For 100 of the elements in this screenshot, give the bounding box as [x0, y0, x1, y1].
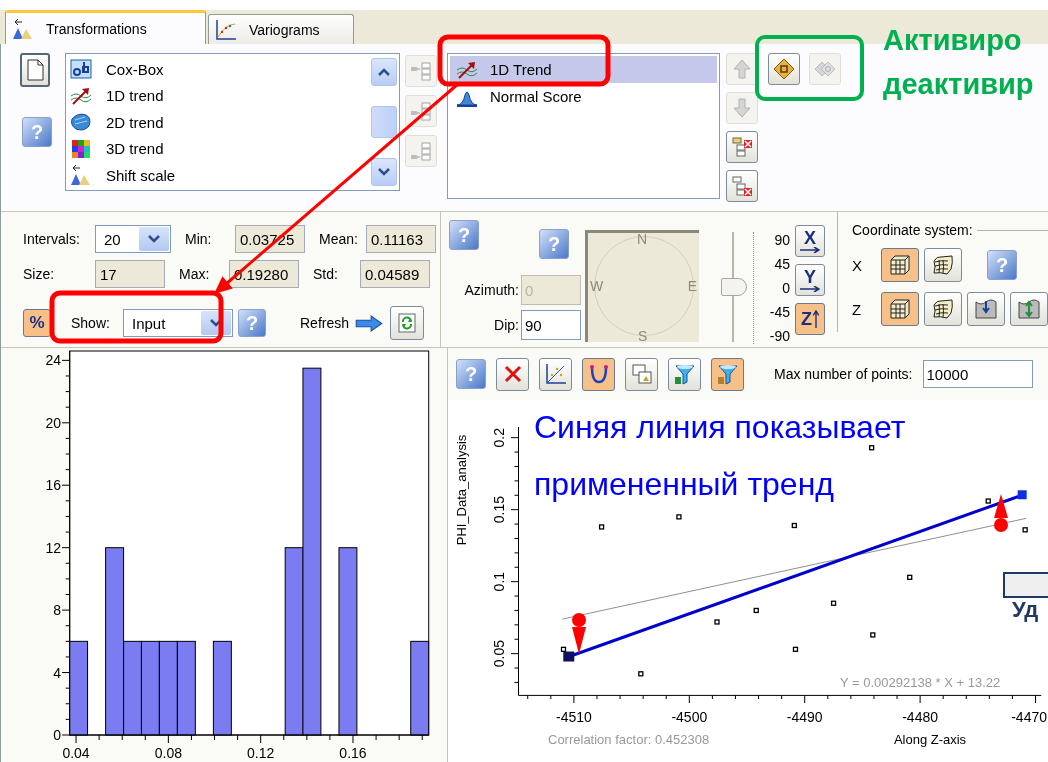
- scroll-up-button[interactable]: [371, 58, 397, 86]
- intervals-dropdown[interactable]: 20: [95, 225, 171, 253]
- axis-tick-label: 0.15: [491, 496, 507, 524]
- callout-box: [1003, 572, 1048, 598]
- max-points-field[interactable]: 10000: [922, 360, 1033, 388]
- insert-node-icon: [410, 140, 432, 162]
- tab[interactable]: Variograms: [208, 14, 354, 44]
- chart-axes-icon: [215, 18, 237, 41]
- field-label: Azimuth:: [464, 282, 519, 298]
- coordinate-button[interactable]: [924, 292, 962, 326]
- warped-cube-icon: [931, 253, 955, 277]
- field-label: Mean:: [319, 231, 359, 247]
- axis-tick-label: 24: [45, 352, 61, 369]
- grid-cube-icon: [888, 297, 912, 321]
- data-point: [830, 600, 837, 606]
- axis-tick-label: 0: [53, 727, 61, 743]
- arrow-right-icon: [800, 247, 820, 253]
- compass-letter: W: [590, 278, 604, 294]
- diamond-icon: [773, 58, 795, 80]
- axis-button[interactable]: Z: [795, 303, 825, 335]
- tree-delete-icon: [731, 136, 753, 158]
- axis-tick-label: 0.1: [491, 571, 507, 592]
- coordinate-button[interactable]: [881, 248, 919, 282]
- field-label: Max:: [179, 266, 211, 282]
- coordinate-button[interactable]: [924, 248, 962, 282]
- toolbar-button[interactable]: [582, 357, 615, 391]
- scale-label: -90: [769, 328, 790, 344]
- format-icon: [70, 58, 92, 81]
- axis-tick-label: 0.04: [62, 745, 90, 761]
- arrow-right-icon: [355, 314, 384, 332]
- list-item[interactable]: 2D trend: [70, 109, 365, 136]
- layer-flatten-icon: [974, 297, 998, 321]
- data-point: [792, 646, 799, 652]
- insert-node-icon: [410, 60, 432, 82]
- axis-tick-label: -4500: [671, 709, 708, 725]
- data-point: [907, 574, 913, 580]
- scale-label: -45: [769, 304, 790, 320]
- dip-field[interactable]: 90: [521, 310, 581, 340]
- warped-cube-icon: [931, 297, 955, 321]
- tab[interactable]: Transformations: [5, 10, 206, 44]
- data-point: [870, 632, 876, 638]
- equation-text: Y = 0.00292138 * X + 13.22: [840, 675, 1001, 690]
- slider-thumb[interactable]: [721, 278, 747, 296]
- toolbar-button[interactable]: [539, 357, 572, 391]
- scroll-down-button[interactable]: [371, 158, 397, 186]
- data-point: [753, 607, 759, 614]
- data-point: [869, 445, 875, 451]
- peaks-icon: [12, 17, 34, 40]
- data-point: [791, 522, 797, 529]
- activate-button[interactable]: [768, 53, 800, 85]
- list-item[interactable]: Shift scale: [70, 162, 365, 189]
- refresh-label: Refresh: [300, 315, 350, 331]
- axis-button[interactable]: X: [795, 225, 825, 257]
- coordinate-button[interactable]: [967, 292, 1005, 326]
- percent-toggle[interactable]: %: [23, 309, 51, 337]
- shift-peaks-icon: [70, 164, 92, 187]
- refresh-button[interactable]: [390, 306, 425, 340]
- axis-tick-label: 0.12: [247, 745, 275, 761]
- toolbar-button[interactable]: [496, 357, 529, 391]
- list-item[interactable]: 1D Trend: [450, 56, 717, 83]
- show-dropdown[interactable]: Input: [123, 309, 233, 337]
- coordinate-button[interactable]: [881, 292, 919, 326]
- compass-letter: N: [637, 231, 648, 247]
- field-label: Dip:: [494, 317, 519, 333]
- tree-delete-icon: [731, 175, 753, 197]
- axis-button[interactable]: Y: [795, 264, 825, 296]
- axis-tick-label: -4510: [556, 709, 592, 725]
- list-item[interactable]: 3D trend: [70, 135, 365, 162]
- annotation-text: Активиро деактивир: [883, 23, 1034, 102]
- data-point: [1022, 527, 1028, 533]
- field-label: Show:: [71, 315, 111, 331]
- layer-expand-icon: [1017, 297, 1041, 321]
- field-label: Std:: [313, 266, 339, 282]
- chevron-up-icon: [378, 68, 390, 76]
- scroll-thumb[interactable]: [371, 106, 397, 138]
- data-point: [638, 671, 644, 677]
- chevron-down-icon: [210, 319, 222, 327]
- new-button[interactable]: [20, 53, 50, 87]
- mean-field: 0.11163: [366, 225, 436, 253]
- chevron-down-icon: [378, 168, 390, 176]
- remove-button[interactable]: [726, 170, 758, 202]
- axis-tick-label: 8: [53, 602, 61, 619]
- list-item[interactable]: Cox-Box: [70, 56, 365, 83]
- data-point: [560, 646, 567, 652]
- axis-tick-label: 0.05: [491, 640, 507, 668]
- toolbar-button[interactable]: [625, 357, 658, 391]
- axis-tick-label: -4480: [902, 709, 939, 725]
- list-item[interactable]: Normal Score: [450, 83, 717, 110]
- annotation-text: примененный тренд: [534, 469, 834, 500]
- remove-button[interactable]: [726, 131, 758, 163]
- list-item[interactable]: 1D trend: [70, 82, 365, 109]
- toolbar-button[interactable]: [668, 357, 701, 391]
- u-curve-icon: [587, 363, 610, 385]
- field-label: Size:: [23, 266, 56, 282]
- toolbar-button[interactable]: [711, 357, 744, 391]
- arrow-right-icon: [800, 286, 820, 292]
- data-point: [598, 524, 605, 530]
- scale-label: 90: [774, 232, 790, 248]
- field-label: Min:: [185, 231, 213, 247]
- axis-tick-label: 20: [45, 414, 61, 431]
